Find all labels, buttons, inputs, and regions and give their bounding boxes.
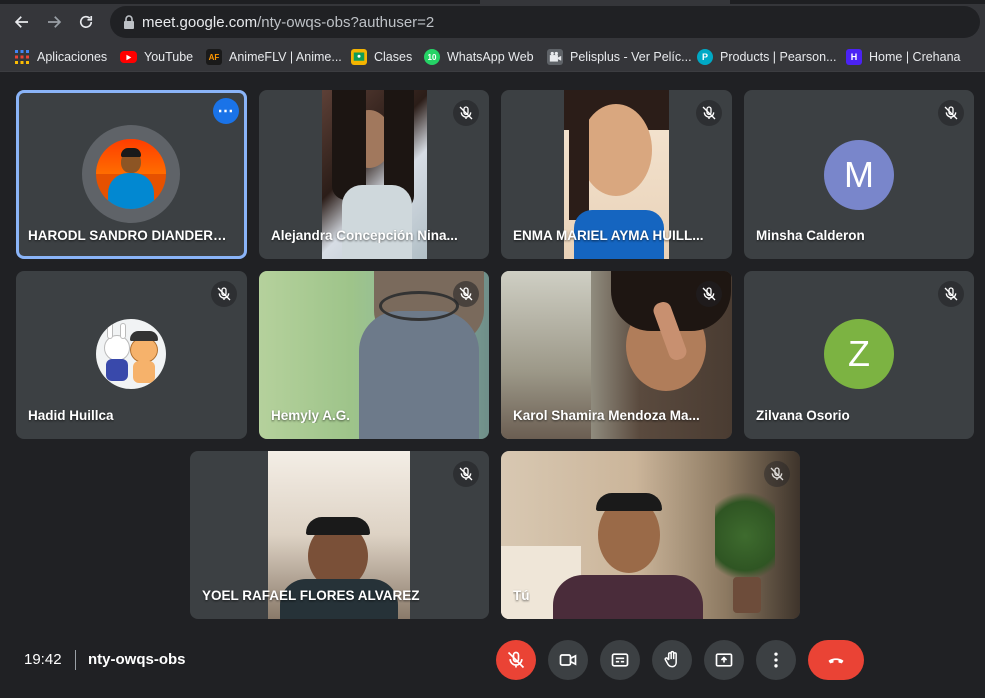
participant-tile[interactable]: Karol Shamira Mendoza Ma... (501, 271, 732, 439)
participant-tile[interactable]: Hadid Huillca (16, 271, 247, 439)
meeting-controls-bar: 19:42 nty-owqs-obs (0, 626, 985, 698)
participant-name: Tú (513, 588, 530, 603)
crehana-icon: H (846, 49, 862, 65)
reload-icon[interactable] (76, 12, 96, 32)
animeflv-icon: AF (206, 49, 222, 65)
youtube-icon (120, 51, 137, 63)
divider (75, 650, 76, 670)
address-bar[interactable]: meet.google.com/nty-owqs-obs?authuser=2 (110, 6, 980, 38)
bookmark-youtube[interactable]: YouTube (120, 48, 193, 66)
present-screen-button[interactable] (704, 640, 744, 680)
url-text: meet.google.com/nty-owqs-obs?authuser=2 (142, 14, 435, 31)
pelisplus-icon (547, 49, 563, 65)
participant-name: Minsha Calderon (756, 228, 865, 243)
participant-name: Karol Shamira Mendoza Ma... (513, 408, 700, 423)
raise-hand-icon (664, 650, 677, 668)
mic-off-icon (453, 281, 479, 307)
bookmark-animeflv[interactable]: AF AnimeFLV | Anime... (206, 48, 342, 66)
participant-name: Hemyly A.G. (271, 408, 351, 423)
more-options-button[interactable] (756, 640, 796, 680)
participant-name: Alejandra Concepción Nina... (271, 228, 458, 243)
mic-off-icon (696, 281, 722, 307)
participant-tile[interactable]: Alejandra Concepción Nina... (259, 90, 489, 259)
back-arrow-icon[interactable] (12, 12, 32, 32)
captions-button[interactable] (600, 640, 640, 680)
mic-toggle-button[interactable] (496, 640, 536, 680)
participant-tile[interactable]: ENMA MARIEL AYMA HUILL... (501, 90, 732, 259)
lock-icon (124, 15, 134, 29)
participant-tile[interactable]: YOEL RAFAEL FLORES ALVAREZ (190, 451, 489, 619)
participant-name: YOEL RAFAEL FLORES ALVAREZ (202, 588, 420, 603)
camera-icon (559, 654, 577, 666)
participant-name: Hadid Huillca (28, 408, 114, 423)
participant-tile[interactable]: ⋯ HARODL SANDRO DIANDERA... (16, 90, 247, 259)
bookmark-whatsapp[interactable]: 10 WhatsApp Web (424, 48, 534, 66)
participant-tile-self[interactable]: Tú (501, 451, 800, 619)
mic-off-icon (211, 281, 237, 307)
raise-hand-button[interactable] (652, 640, 692, 680)
more-options-icon[interactable]: ⋯ (213, 98, 239, 124)
participant-name: Zilvana Osorio (756, 408, 850, 423)
mic-off-icon (938, 281, 964, 307)
bookmark-aplicaciones[interactable]: Aplicaciones (14, 48, 107, 66)
bookmark-clases[interactable]: Clases (351, 48, 412, 66)
hang-up-icon (828, 658, 844, 664)
tab-strip-edge-right (730, 0, 985, 4)
avatar (96, 319, 166, 389)
tab-strip-edge (0, 0, 480, 4)
captions-icon (611, 653, 629, 667)
participant-video (501, 451, 800, 619)
mic-off-icon (696, 100, 722, 126)
forward-arrow-icon[interactable] (44, 12, 64, 32)
avatar (96, 139, 166, 209)
more-vert-icon (774, 652, 778, 668)
participant-name: HARODL SANDRO DIANDERA... (28, 228, 228, 243)
meeting-time: 19:42 (24, 651, 62, 668)
mic-off-icon (764, 461, 790, 487)
mic-off-icon (453, 461, 479, 487)
apps-grid-icon (14, 49, 30, 65)
participant-name: ENMA MARIEL AYMA HUILL... (513, 228, 704, 243)
leave-call-button[interactable] (808, 640, 864, 680)
classroom-icon (351, 49, 367, 65)
participant-tile[interactable]: Hemyly A.G. (259, 271, 489, 439)
camera-toggle-button[interactable] (548, 640, 588, 680)
bookmark-crehana[interactable]: H Home | Crehana (846, 48, 961, 66)
bookmark-pearson[interactable]: P Products | Pearson... (697, 48, 837, 66)
avatar: Z (824, 319, 894, 389)
mic-off-icon (507, 651, 525, 669)
present-icon (715, 653, 733, 667)
bookmarks-bar: Aplicaciones YouTube AF AnimeFLV | Anime… (0, 42, 985, 72)
pearson-icon: P (697, 49, 713, 65)
mic-off-icon (453, 100, 479, 126)
meeting-code: nty-owqs-obs (88, 651, 186, 668)
bookmark-pelisplus[interactable]: Pelisplus - Ver Pelíc... (547, 48, 692, 66)
avatar: M (824, 140, 894, 210)
browser-toolbar: meet.google.com/nty-owqs-obs?authuser=2 (0, 0, 985, 42)
participant-tile[interactable]: Z Zilvana Osorio (744, 271, 974, 439)
participant-tile[interactable]: M Minsha Calderon (744, 90, 974, 259)
whatsapp-icon: 10 (424, 49, 440, 65)
mic-off-icon (938, 100, 964, 126)
